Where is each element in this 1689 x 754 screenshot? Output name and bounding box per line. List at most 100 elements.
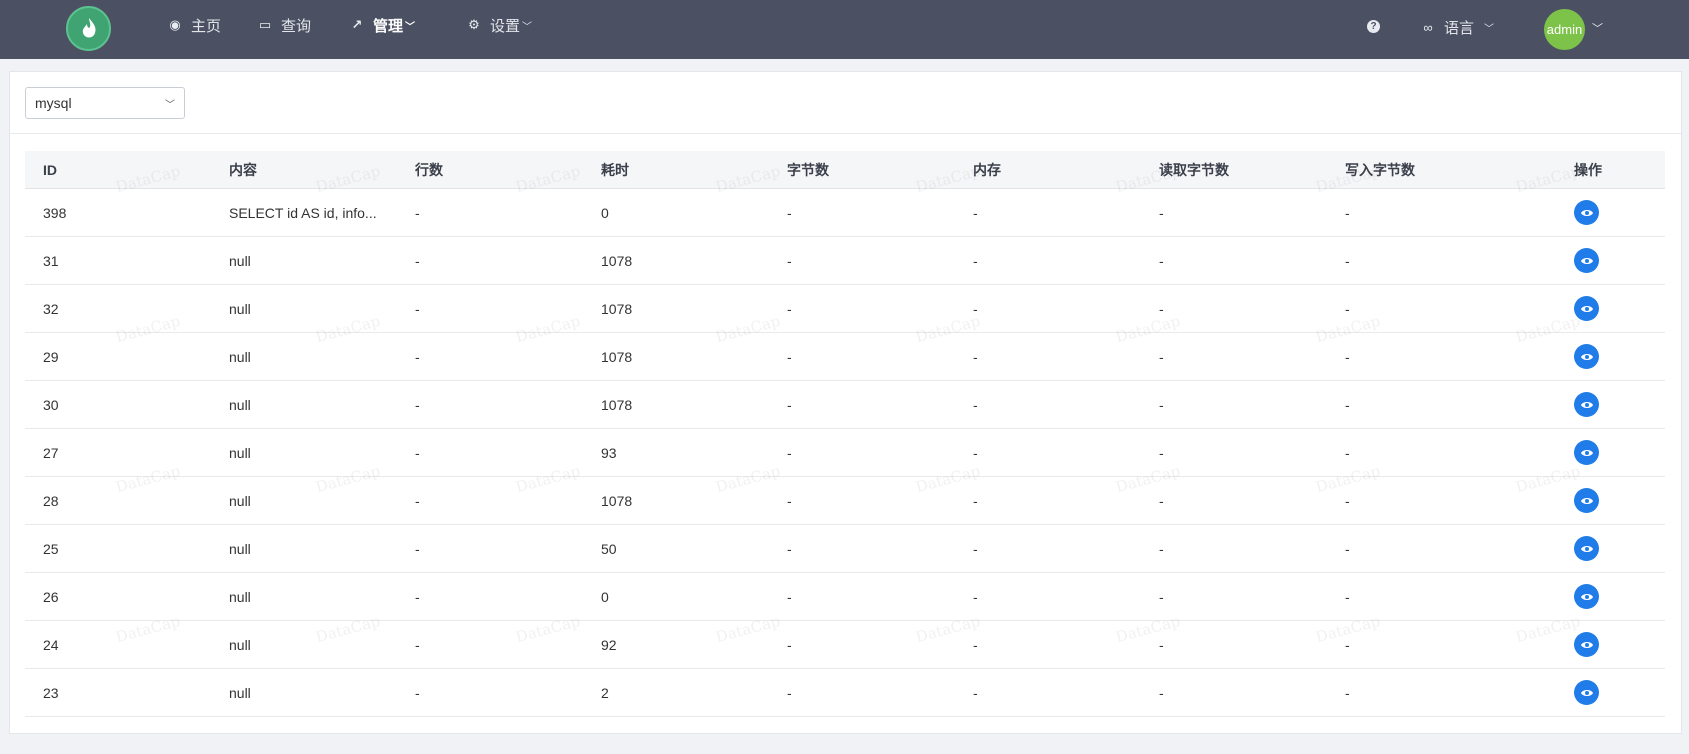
table-cell: - xyxy=(1159,444,1164,461)
table-cell: - xyxy=(973,588,978,605)
table-cell: - xyxy=(415,348,420,365)
column-header-read-bytes[interactable]: 读取字节数 xyxy=(1141,160,1327,180)
nav-query[interactable]: ▭ 查询 xyxy=(258,0,311,50)
table-cell: - xyxy=(787,396,792,413)
datasource-select[interactable]: mysql ﹀ xyxy=(25,87,185,119)
table-body: 398 SELECT id AS id, info... - 0 - - - - 31 null -… xyxy=(25,189,1665,717)
table-cell-actions xyxy=(1556,632,1665,657)
table-cell: null xyxy=(229,252,251,269)
table-cell: - xyxy=(1159,348,1164,365)
nav-home-label: 主页 xyxy=(191,17,222,35)
logo[interactable] xyxy=(66,6,111,51)
view-eye-icon[interactable] xyxy=(1574,488,1599,513)
nav-settings-label: 设置 xyxy=(490,17,521,35)
table-cell: - xyxy=(787,444,792,461)
table-cell: - xyxy=(973,636,978,653)
column-header-rows[interactable]: 行数 xyxy=(397,160,583,180)
table-row: 398 SELECT id AS id, info... - 0 - - - - xyxy=(25,189,1665,237)
view-eye-icon[interactable] xyxy=(1574,680,1599,705)
table-cell: - xyxy=(1345,636,1350,653)
table-cell: - xyxy=(415,636,420,653)
table-cell: - xyxy=(973,204,978,221)
help-icon[interactable]: ? xyxy=(1367,20,1380,33)
table-cell: - xyxy=(1159,396,1164,413)
table-cell: - xyxy=(787,540,792,557)
table-cell-actions xyxy=(1556,536,1665,561)
view-eye-icon[interactable] xyxy=(1574,392,1599,417)
chevron-down-icon: ﹀ xyxy=(522,21,533,33)
divider xyxy=(10,133,1681,134)
table-cell: - xyxy=(1159,540,1164,557)
table-row: 23 null - 2 - - - - xyxy=(25,669,1665,717)
table-cell: 50 xyxy=(601,540,617,557)
table-cell: - xyxy=(1159,684,1164,701)
datasource-select-value: mysql xyxy=(35,95,72,111)
table-cell: - xyxy=(415,252,420,269)
table-cell: null xyxy=(229,636,251,653)
table-cell-actions xyxy=(1556,200,1665,225)
table-cell-actions xyxy=(1556,584,1665,609)
view-eye-icon[interactable] xyxy=(1574,632,1599,657)
column-header-id[interactable]: ID xyxy=(25,162,211,178)
table-cell: - xyxy=(1345,684,1350,701)
table-cell: - xyxy=(973,396,978,413)
column-header-bytes[interactable]: 字节数 xyxy=(769,160,955,180)
table-cell: null xyxy=(229,444,251,461)
language-label: 语言 xyxy=(1444,19,1475,37)
table-cell: - xyxy=(1345,252,1350,269)
table-cell: SELECT id AS id, info... xyxy=(229,204,377,221)
table-cell: - xyxy=(1345,444,1350,461)
view-eye-icon[interactable] xyxy=(1574,440,1599,465)
table-row: 32 null - 1078 - - - - xyxy=(25,285,1665,333)
table-cell-actions xyxy=(1556,488,1665,513)
table-row: 25 null - 50 - - - - xyxy=(25,525,1665,573)
table-cell: - xyxy=(1345,204,1350,221)
table-cell: - xyxy=(973,684,978,701)
nav-admin-label: 管理 xyxy=(373,17,404,35)
gear-icon: ⚙ xyxy=(468,17,480,32)
table-row: 26 null - 0 - - - - xyxy=(25,573,1665,621)
nav-home[interactable]: ◉ 主页 xyxy=(168,0,221,50)
table-cell: 93 xyxy=(601,444,617,461)
table-cell: 1078 xyxy=(601,300,633,317)
column-header-actions: 操作 xyxy=(1574,161,1602,178)
column-header-content[interactable]: 内容 xyxy=(211,160,397,180)
view-eye-icon[interactable] xyxy=(1574,200,1599,225)
view-eye-icon[interactable] xyxy=(1574,536,1599,561)
window-icon: ▭ xyxy=(258,17,272,32)
chevron-down-icon[interactable]: ﹀ xyxy=(1592,20,1603,36)
view-eye-icon[interactable] xyxy=(1574,584,1599,609)
view-eye-icon[interactable] xyxy=(1574,296,1599,321)
nav-query-label: 查询 xyxy=(281,17,312,35)
language-menu[interactable]: ∞ 语言 ﹀ xyxy=(1421,2,1494,52)
table-cell: null xyxy=(229,684,251,701)
table-cell: - xyxy=(973,348,978,365)
column-header-memory[interactable]: 内存 xyxy=(955,160,1141,180)
column-header-elapsed[interactable]: 耗时 xyxy=(583,160,769,180)
table-row: 28 null - 1078 - - - - xyxy=(25,477,1665,525)
table-cell: - xyxy=(415,204,420,221)
avatar[interactable]: admin xyxy=(1544,9,1585,50)
table-cell: - xyxy=(787,588,792,605)
table-header: ID 内容 行数 耗时 字节数 内存 读取字节数 写入字节数 操作 xyxy=(25,151,1665,189)
table-cell: null xyxy=(229,492,251,509)
table-row: 30 null - 1078 - - - - xyxy=(25,381,1665,429)
table-cell: - xyxy=(1345,300,1350,317)
table-cell: 398 xyxy=(43,204,67,221)
table-row: 29 null - 1078 - - - - xyxy=(25,333,1665,381)
compass-icon: ◉ xyxy=(169,17,181,32)
nav-settings[interactable]: ⚙ 设置 ﹀ xyxy=(467,0,532,50)
table-cell: - xyxy=(1159,300,1164,317)
table-cell: - xyxy=(415,540,420,557)
table-cell: null xyxy=(229,588,251,605)
view-eye-icon[interactable] xyxy=(1574,248,1599,273)
view-eye-icon[interactable] xyxy=(1574,344,1599,369)
table-cell: 26 xyxy=(43,588,59,605)
nav-admin[interactable]: ↗ 管理 ﹀ xyxy=(350,0,415,50)
column-header-written-bytes[interactable]: 写入字节数 xyxy=(1327,160,1556,180)
table-row: 31 null - 1078 - - - - xyxy=(25,237,1665,285)
chevron-down-icon: ﹀ xyxy=(1484,23,1495,35)
table-cell-actions xyxy=(1556,248,1665,273)
table-cell: 1078 xyxy=(601,396,633,413)
table-cell: null xyxy=(229,348,251,365)
